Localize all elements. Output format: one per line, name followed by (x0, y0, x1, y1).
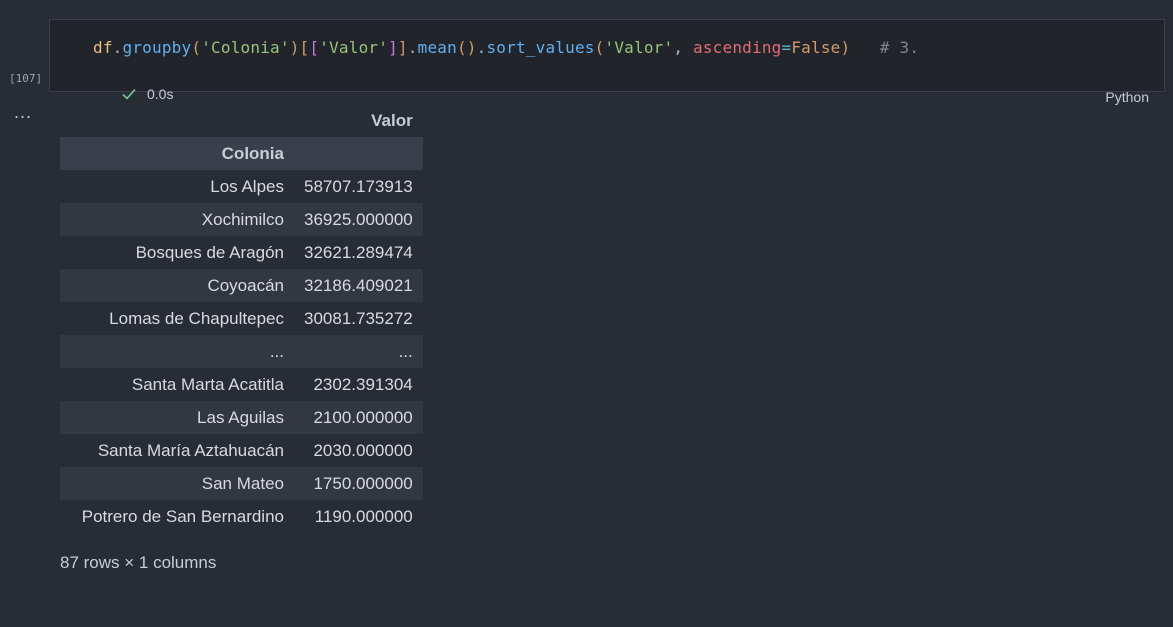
code-token: . (407, 38, 418, 57)
code-cell[interactable]: df.groupby('Colonia')[['Valor']].mean().… (49, 19, 1165, 105)
row-index-cell: Los Alpes (210, 176, 284, 196)
code-token: mean (417, 38, 457, 57)
row-value-cell: 1750.000000 (294, 467, 423, 500)
row-value-cell: 36925.000000 (294, 203, 423, 236)
code-token: False (791, 38, 841, 57)
code-token: # 3. (850, 38, 920, 57)
table-row: Xochimilco 36925.000000 (60, 203, 423, 236)
index-name-row: Colonia (60, 137, 423, 170)
row-index-cell: San Mateo (60, 467, 294, 500)
execution-time: 0.0s (147, 86, 174, 102)
column-header-valor: Valor (371, 110, 413, 130)
code-token: 'Colonia' (201, 38, 290, 57)
table-row: San Mateo 1750.000000 (60, 467, 423, 500)
code-token: . (476, 38, 487, 57)
table-row: Los Alpes 58707.173913 (60, 170, 423, 203)
row-index-cell: Bosques de Aragón (135, 242, 284, 262)
row-index-cell: Lomas de Chapultepec (109, 308, 284, 328)
code-token: [ (299, 38, 310, 57)
output-actions-icon[interactable]: ... (14, 102, 32, 123)
row-value-cell: 2100.000000 (294, 401, 423, 434)
code-token: sort_values (486, 38, 595, 57)
code-editor-line[interactable]: df.groupby('Colonia')[['Valor']].mean().… (93, 37, 919, 59)
row-value-cell: 32186.409021 (294, 269, 423, 302)
row-value-cell: ... (294, 335, 423, 368)
dataframe-shape-summary: 87 rows × 1 columns (60, 553, 217, 572)
row-value-cell: 58707.173913 (304, 176, 413, 196)
table-row: Santa Marta Acatitla 2302.391304 (60, 368, 423, 401)
index-name-colonia: Colonia (60, 137, 294, 170)
row-value-cell: 32621.289474 (304, 242, 413, 262)
row-value-cell: 30081.735272 (304, 308, 413, 328)
cell-language-label[interactable]: Python (1105, 89, 1149, 105)
code-token: df (93, 38, 113, 57)
notebook-page: df.groupby('Colonia')[['Valor']].mean().… (0, 0, 1173, 627)
cell-status: 0.0s (121, 86, 173, 102)
table-row: Bosques de Aragón 32621.289474 (60, 236, 423, 269)
code-token: , (673, 38, 693, 57)
column-header-row: Valor (60, 104, 423, 137)
row-index-cell: Coyoacán (60, 269, 294, 302)
code-token: ( (594, 38, 605, 57)
code-token: () (456, 38, 477, 57)
row-index-cell: Santa María Aztahuacán (97, 440, 284, 460)
code-token: ] (397, 38, 408, 57)
execution-count: [107] (9, 72, 43, 85)
table-row: Lomas de Chapultepec 30081.735272 (60, 302, 423, 335)
code-token: ] (388, 38, 398, 57)
code-token: ascending (693, 38, 782, 57)
row-value-cell: 2030.000000 (313, 440, 413, 460)
row-index-cell: ... (60, 335, 294, 368)
row-value-cell: 2302.391304 (313, 374, 413, 394)
index-name-blank (294, 137, 423, 170)
row-index-cell: Santa Marta Acatitla (131, 374, 284, 394)
table-row: ...... (60, 335, 423, 368)
dataframe-table: Valor Colonia Los Alpes 58707.173913 Xochi… (60, 104, 423, 533)
table-row: Las Aguilas 2100.000000 (60, 401, 423, 434)
code-token: [ (309, 38, 320, 57)
row-index-cell: Xochimilco (60, 203, 294, 236)
code-token: = (781, 38, 792, 57)
code-token: . (112, 38, 123, 57)
code-token: 'Valor' (319, 38, 389, 57)
table-row: Coyoacán 32186.409021 (60, 269, 423, 302)
code-token: 'Valor' (604, 38, 674, 57)
row-value-cell: 1190.000000 (314, 506, 413, 526)
check-icon (122, 88, 136, 100)
code-token: ) (840, 38, 851, 57)
table-row: Santa María Aztahuacán 2030.000000 (60, 434, 423, 467)
table-row: Potrero de San Bernardino 1190.000000 (60, 500, 423, 533)
code-token: groupby (122, 38, 192, 57)
index-header-blank (60, 104, 294, 137)
dataframe-body: Los Alpes 58707.173913 Xochimilco 36925.000… (60, 170, 423, 533)
row-index-cell: Las Aguilas (60, 401, 294, 434)
code-token: ) (289, 38, 300, 57)
row-index-cell: Potrero de San Bernardino (81, 506, 284, 526)
code-token: ( (191, 38, 202, 57)
